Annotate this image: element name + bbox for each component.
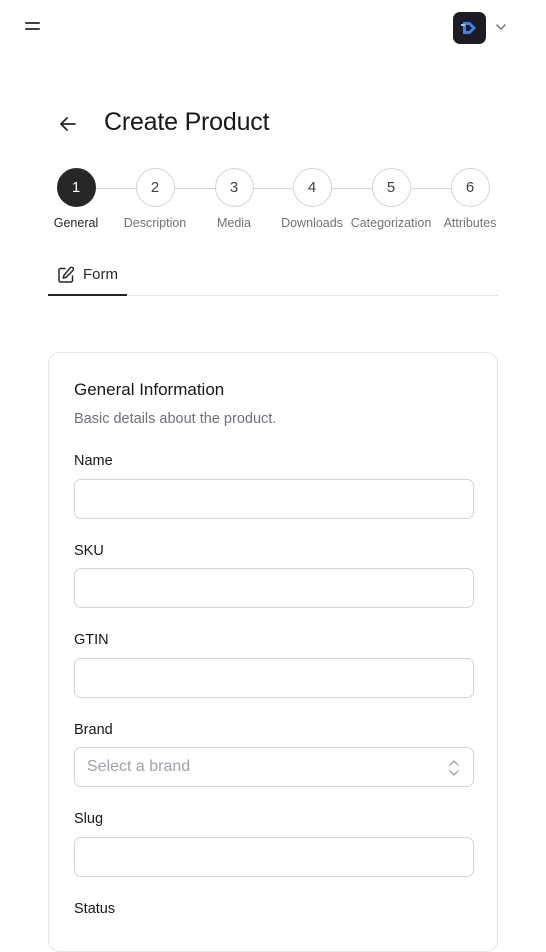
brand-select[interactable]: Select a brand	[74, 747, 474, 787]
slug-input[interactable]	[74, 837, 474, 877]
step-label: Categorization	[350, 216, 432, 230]
general-information-card: General Information Basic details about …	[48, 352, 498, 952]
card-description: Basic details about the product.	[74, 411, 277, 427]
app-logo-icon	[453, 12, 486, 44]
name-label: Name	[74, 453, 113, 469]
step-progress: 1 General 2 Description 3 Media 4 Downlo…	[0, 168, 546, 238]
step-number: 1	[56, 168, 96, 207]
step-description[interactable]: 2 Description	[110, 168, 200, 230]
step-general[interactable]: 1 General	[31, 168, 121, 230]
step-number: 6	[450, 168, 490, 207]
step-number: 2	[135, 168, 175, 207]
step-number: 5	[371, 168, 411, 207]
step-media[interactable]: 3 Media	[189, 168, 279, 230]
step-label: Attributes	[443, 216, 497, 230]
status-label: Status	[74, 901, 116, 917]
page-header: Create Product	[56, 106, 516, 142]
step-label: Downloads	[281, 216, 343, 230]
step-label: Media	[216, 216, 252, 230]
card-title: General Information	[74, 380, 225, 399]
arrow-left-icon	[60, 117, 76, 131]
page-title: Create Product	[104, 108, 270, 136]
brand-placeholder: Select a brand	[87, 758, 191, 775]
gtin-label: GTIN	[74, 632, 109, 648]
tab-form[interactable]: Form	[48, 256, 127, 296]
name-input[interactable]	[74, 479, 474, 519]
brand-label: Brand	[74, 722, 113, 738]
step-label: General	[53, 216, 99, 230]
chevron-up-down-icon	[449, 760, 459, 776]
view-tabs: Form	[48, 256, 498, 296]
sku-label: SKU	[74, 543, 104, 559]
step-number: 4	[292, 168, 332, 207]
slug-label: Slug	[74, 811, 104, 827]
hamburger-menu-icon[interactable]	[22, 17, 46, 39]
step-downloads[interactable]: 4 Downloads	[267, 168, 357, 230]
chevron-down-icon	[496, 24, 506, 30]
top-bar	[0, 0, 546, 56]
step-attributes[interactable]: 6 Attributes	[425, 168, 515, 230]
sku-input[interactable]	[74, 568, 474, 608]
account-switcher[interactable]	[453, 12, 511, 44]
back-button[interactable]	[56, 112, 80, 136]
step-number: 3	[214, 168, 254, 207]
step-label: Description	[123, 216, 187, 230]
gtin-input[interactable]	[74, 658, 474, 698]
step-categorization[interactable]: 5 Categorization	[346, 168, 436, 230]
tab-label: Form	[83, 266, 118, 283]
edit-icon	[58, 266, 75, 283]
